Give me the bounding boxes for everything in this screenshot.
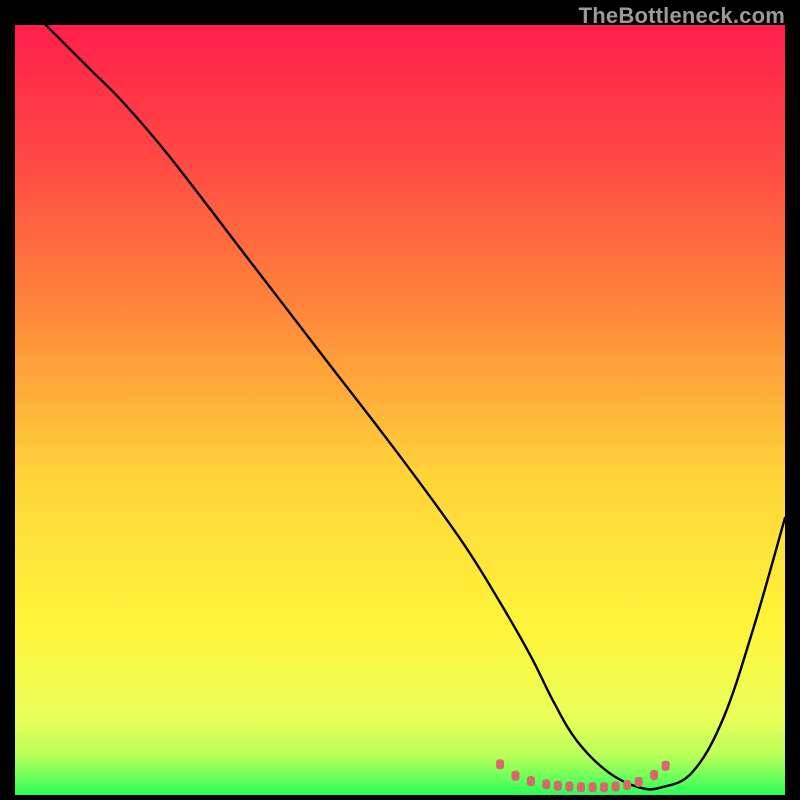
valley-marker <box>662 761 670 771</box>
chart-background <box>15 25 785 795</box>
valley-marker <box>554 781 562 791</box>
valley-marker <box>600 782 608 792</box>
valley-marker <box>512 771 520 781</box>
chart-frame <box>15 25 785 795</box>
valley-marker <box>565 782 573 792</box>
valley-marker <box>589 782 597 792</box>
valley-marker <box>612 782 620 792</box>
valley-marker <box>496 759 504 769</box>
valley-marker <box>650 770 658 780</box>
valley-marker <box>542 779 550 789</box>
valley-marker <box>577 782 585 792</box>
valley-marker <box>623 780 631 790</box>
valley-marker <box>527 776 535 786</box>
valley-marker <box>635 777 643 787</box>
bottleneck-chart <box>15 25 785 795</box>
